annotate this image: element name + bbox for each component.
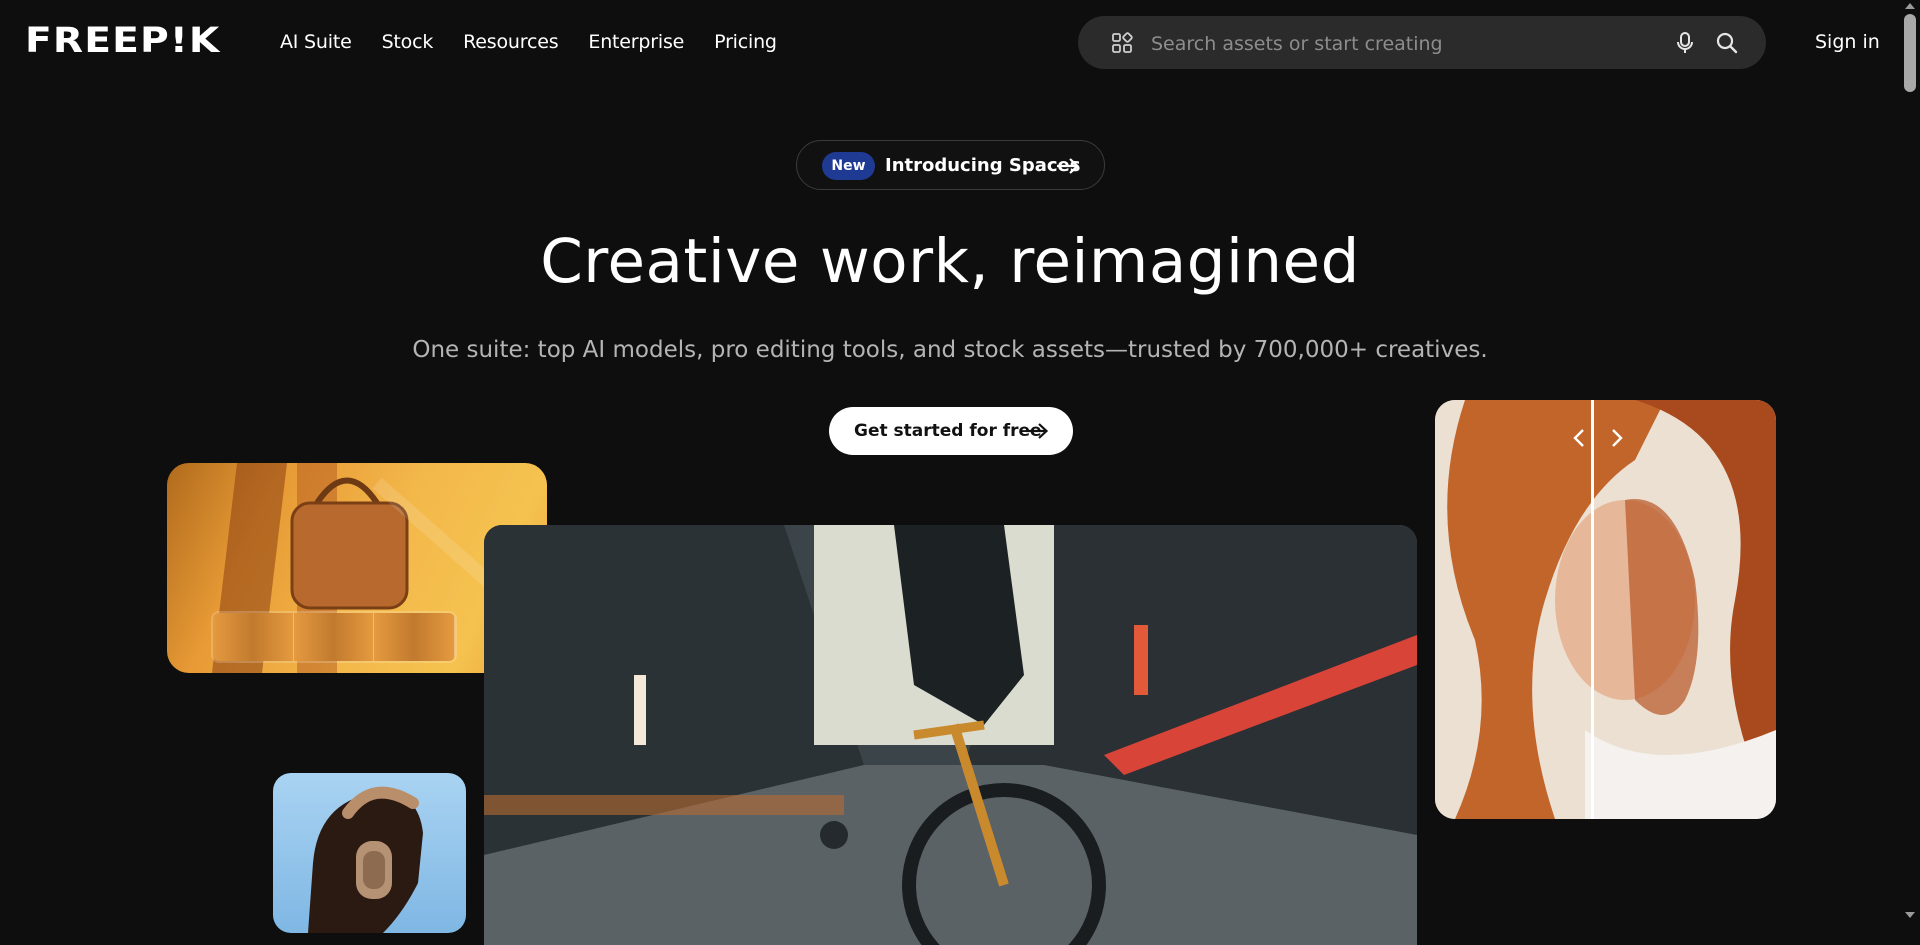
nav-item-stock[interactable]: Stock xyxy=(382,28,434,56)
freepik-logo[interactable]: FREEP!K xyxy=(25,23,249,59)
cyclist-video[interactable] xyxy=(484,525,1417,945)
search-input[interactable] xyxy=(1149,24,1653,63)
scrollbar-thumb[interactable] xyxy=(1904,14,1916,92)
thumbnail[interactable] xyxy=(374,613,455,661)
arrow-right-icon xyxy=(1057,158,1080,174)
scroll-up-arrow[interactable] xyxy=(1905,3,1915,9)
get-started-button[interactable]: Get started for free xyxy=(829,407,1073,455)
thumbnail[interactable] xyxy=(213,613,294,661)
new-badge: New xyxy=(822,152,875,180)
grid-icon[interactable] xyxy=(1111,32,1133,54)
comparison-divider[interactable] xyxy=(1591,400,1594,819)
page-subtitle: One suite: top AI models, pro editing to… xyxy=(412,337,1488,363)
nav-item-enterprise[interactable]: Enterprise xyxy=(588,28,684,56)
chevron-left-icon[interactable] xyxy=(1571,427,1587,449)
announcement-text: Introducing Spaces xyxy=(885,155,1081,176)
variation-thumbnails[interactable] xyxy=(211,611,457,663)
page-title: Creative work, reimagined xyxy=(540,226,1360,297)
portrait-illustration xyxy=(1435,400,1776,819)
top-navigation-bar: FREEP!K AI Suite Stock Resources Enterpr… xyxy=(0,0,1900,84)
search-bar[interactable] xyxy=(1078,16,1766,69)
sign-in-link[interactable]: Sign in xyxy=(1815,28,1880,56)
announcement-pill[interactable]: New Introducing Spaces xyxy=(796,140,1105,190)
microphone-icon[interactable] xyxy=(1674,31,1696,55)
headphones-illustration xyxy=(308,786,423,933)
main-nav: AI Suite Stock Resources Enterprise Pric… xyxy=(280,28,777,56)
portrait-comparison[interactable] xyxy=(1435,400,1776,819)
search-icon[interactable] xyxy=(1715,31,1739,55)
arrow-right-icon xyxy=(1026,423,1049,439)
city-street-illustration xyxy=(484,525,1417,945)
chevron-right-icon[interactable] xyxy=(1609,427,1625,449)
scroll-down-arrow[interactable] xyxy=(1905,912,1915,918)
nav-item-pricing[interactable]: Pricing xyxy=(714,28,777,56)
headphones-image xyxy=(273,773,466,933)
thumbnail[interactable] xyxy=(293,613,375,661)
nav-item-ai-suite[interactable]: AI Suite xyxy=(280,28,352,56)
nav-item-resources[interactable]: Resources xyxy=(463,28,558,56)
get-started-label: Get started for free xyxy=(854,421,1042,441)
page-scrollbar[interactable] xyxy=(1900,0,1920,922)
